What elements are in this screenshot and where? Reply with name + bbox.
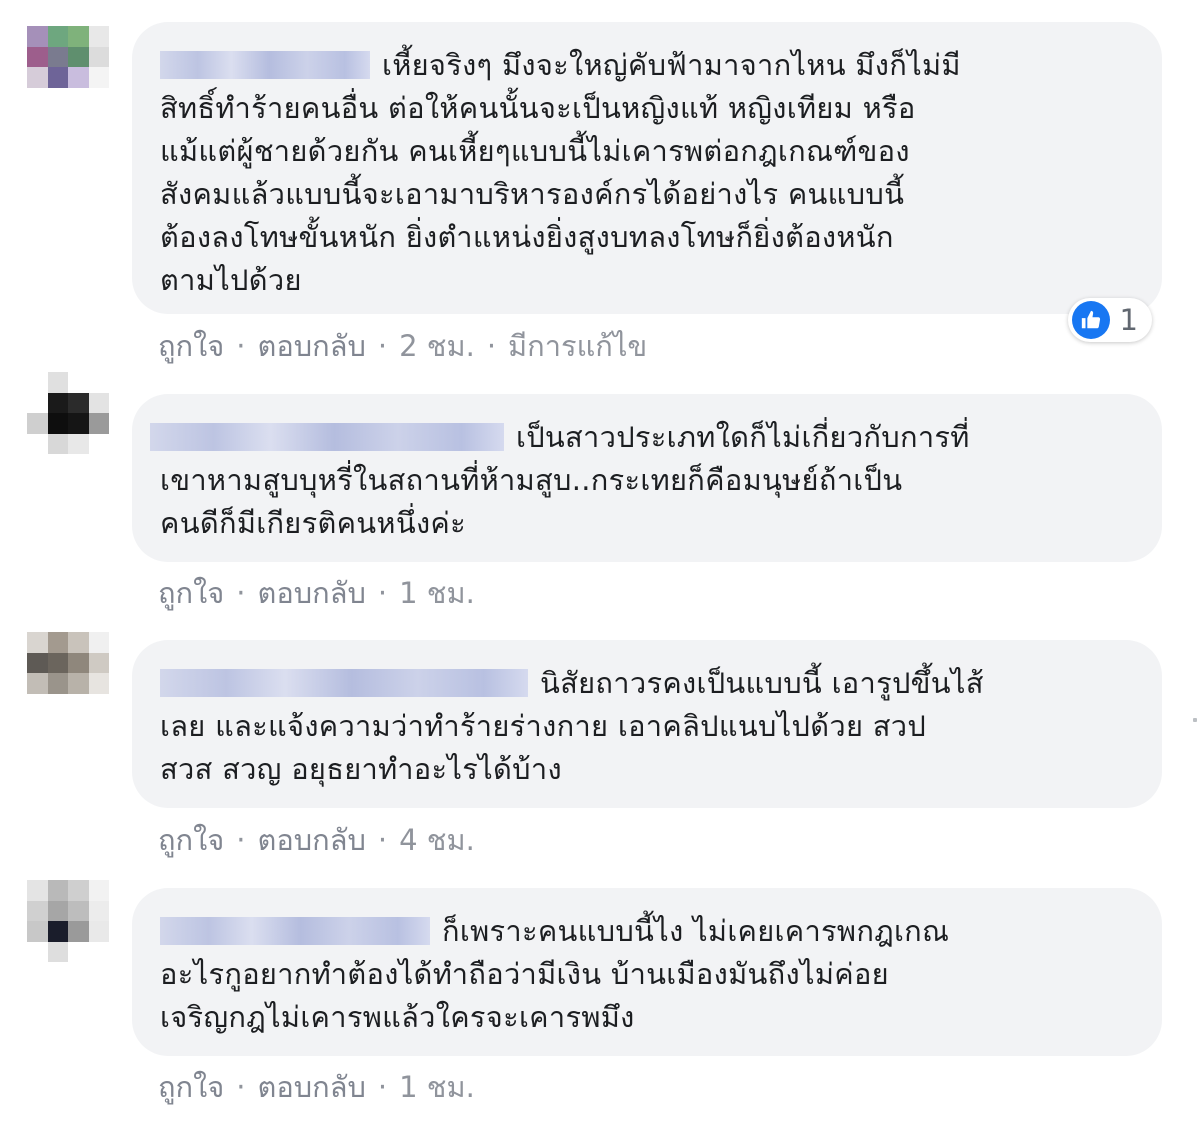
reply-link[interactable]: ตอบกลับ <box>258 576 366 610</box>
commenter-name-blurred[interactable] <box>160 917 430 945</box>
comment-line: นิสัยถาวรคงเป็นแบบนี้ เอารูปขึ้นไส้ <box>540 666 984 700</box>
reaction-count: 1 <box>1119 303 1138 337</box>
comment-actions: ถูกใจ · ตอบกลับ · 1 ชม. <box>158 570 475 616</box>
like-link[interactable]: ถูกใจ <box>158 576 224 610</box>
reply-link[interactable]: ตอบกลับ <box>258 823 366 857</box>
timestamp[interactable]: 1 ชม. <box>399 1070 475 1104</box>
comment-actions: ถูกใจ · ตอบกลับ · 2 ชม. · มีการแก้ไข <box>158 323 647 369</box>
commenter-avatar-blurred[interactable] <box>27 372 109 454</box>
reaction-count-badge[interactable]: 1 <box>1067 298 1152 342</box>
commenter-name-blurred[interactable] <box>150 423 504 451</box>
separator-dot: · <box>377 329 388 363</box>
comment-line: คนดีก็มีเกียรติคนหนึ่งค่ะ <box>160 506 467 540</box>
comment-line: ก็เพราะคนแบบนี้ไง ไม่เคยเคารพกฎเกณ <box>442 914 950 948</box>
comment-actions: ถูกใจ · ตอบกลับ · 1 ชม. <box>158 1064 475 1110</box>
comment-line: สังคมแล้วแบบนี้จะเอามาบริหารองค์กรได้อย่… <box>160 177 905 211</box>
comment-line: แม้แต่ผู้ชายด้วยกัน คนเหี้ยๆแบบนี้ไม่เคา… <box>160 134 910 168</box>
comment-bubble: ก็เพราะคนแบบนี้ไง ไม่เคยเคารพกฎเกณ อะไรก… <box>132 888 1162 1056</box>
comment-line: ต้องลงโทษขั้นหนัก ยิ่งตำแหน่งยิ่งสูงบทลง… <box>160 220 894 254</box>
comment-bubble: เป็นสาวประเภทใดก็ไม่เกี่ยวกับการที่ เขาห… <box>132 394 1162 562</box>
comment-text: เป็นสาวประเภทใดก็ไม่เกี่ยวกับการที่ เขาห… <box>150 416 1138 545</box>
timestamp[interactable]: 2 ชม. <box>399 329 475 363</box>
commenter-avatar-blurred[interactable] <box>27 632 109 714</box>
separator-dot: · <box>236 576 246 610</box>
like-link[interactable]: ถูกใจ <box>158 823 224 857</box>
comment-line: เจริญกฎไม่เคารพแล้วใครจะเคารพมึง <box>160 1000 635 1034</box>
like-link[interactable]: ถูกใจ <box>158 329 224 363</box>
comment-line: สิทธิ์ทำร้ายคนอื่น ต่อให้คนนั้นจะเป็นหญิ… <box>160 91 916 125</box>
commenter-avatar-blurred[interactable] <box>27 880 109 962</box>
comment-bubble: เหี้ยจริงๆ มึงจะใหญ่คับฟ้ามาจากไหน มึงก็… <box>132 22 1162 314</box>
comment-bubble: นิสัยถาวรคงเป็นแบบนี้ เอารูปขึ้นไส้ เลย … <box>132 640 1162 808</box>
separator-dot: · <box>377 823 388 857</box>
separator-dot: · <box>236 823 246 857</box>
reply-link[interactable]: ตอบกลับ <box>258 1070 366 1104</box>
comment-line: สวส สวญ อยุธยาทำอะไรได้บ้าง <box>160 752 562 786</box>
like-thumbs-up-icon <box>1071 301 1110 339</box>
reply-link[interactable]: ตอบกลับ <box>258 329 366 363</box>
comment-line: เลย และแจ้งความว่าทำร้ายร่างกาย เอาคลิปแ… <box>160 709 927 743</box>
comment-line: เหี้ยจริงๆ มึงจะใหญ่คับฟ้ามาจากไหน มึงก็… <box>382 48 961 82</box>
comment-line: ตามไปด้วย <box>160 263 302 297</box>
timestamp[interactable]: 1 ชม. <box>399 576 475 610</box>
comment-text: เหี้ยจริงๆ มึงจะใหญ่คับฟ้ามาจากไหน มึงก็… <box>160 44 1138 302</box>
scrollbar-edge-marker <box>1193 718 1197 722</box>
comment-actions: ถูกใจ · ตอบกลับ · 4 ชม. <box>158 817 475 863</box>
separator-dot: · <box>377 576 388 610</box>
commenter-name-blurred[interactable] <box>160 669 528 697</box>
comment-text: นิสัยถาวรคงเป็นแบบนี้ เอารูปขึ้นไส้ เลย … <box>160 662 1138 791</box>
commenter-avatar-blurred[interactable] <box>27 26 109 108</box>
edited-label[interactable]: มีการแก้ไข <box>508 329 647 363</box>
separator-dot: · <box>236 329 246 363</box>
comment-line: อะไรกูอยากทำต้องได้ทำถือว่ามีเงิน บ้านเม… <box>160 957 889 991</box>
separator-dot: · <box>486 329 497 363</box>
comment-line: เขาหามสูบบุหรี่ในสถานที่ห้ามสูบ..กระเทยก… <box>160 463 903 497</box>
separator-dot: · <box>236 1070 246 1104</box>
comment-text: ก็เพราะคนแบบนี้ไง ไม่เคยเคารพกฎเกณ อะไรก… <box>160 910 1138 1039</box>
commenter-name-blurred[interactable] <box>160 51 370 79</box>
comment-line: เป็นสาวประเภทใดก็ไม่เกี่ยวกับการที่ <box>516 420 970 454</box>
separator-dot: · <box>377 1070 388 1104</box>
timestamp[interactable]: 4 ชม. <box>399 823 475 857</box>
like-link[interactable]: ถูกใจ <box>158 1070 224 1104</box>
